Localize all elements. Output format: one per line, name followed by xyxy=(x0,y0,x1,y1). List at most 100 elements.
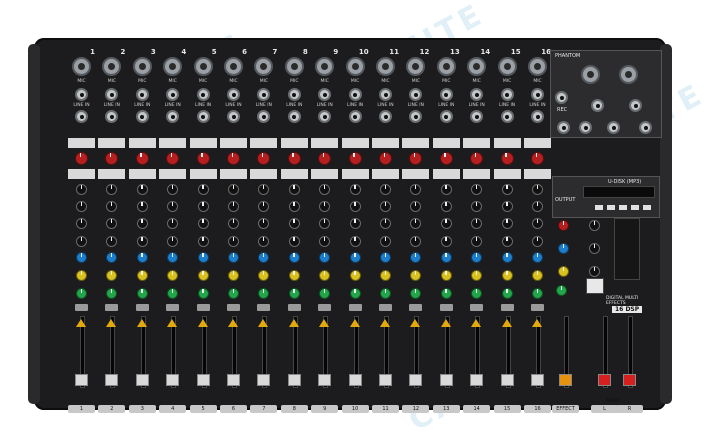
channel-knob[interactable] xyxy=(228,252,239,263)
gain-knob[interactable] xyxy=(379,152,392,165)
channel-knob[interactable] xyxy=(349,236,361,247)
channel-knob[interactable] xyxy=(197,184,209,195)
channel-knob[interactable] xyxy=(532,288,543,299)
mute-button[interactable] xyxy=(348,304,362,311)
line-input-jack[interactable] xyxy=(196,88,210,101)
channel-knob[interactable] xyxy=(228,236,239,247)
channel-knob[interactable] xyxy=(319,252,331,263)
mic-input-jack[interactable] xyxy=(102,57,122,76)
effect-fader[interactable] xyxy=(559,374,572,386)
channel-knob[interactable] xyxy=(106,288,118,299)
channel-knob[interactable] xyxy=(501,288,513,299)
channel-knob[interactable] xyxy=(288,218,300,229)
gain-knob[interactable] xyxy=(135,152,149,165)
channel-knob[interactable] xyxy=(197,270,209,281)
mute-button[interactable] xyxy=(257,304,271,311)
channel-knob[interactable] xyxy=(349,288,361,299)
mic-input-jack[interactable] xyxy=(497,57,517,76)
channel-knob[interactable] xyxy=(501,252,513,263)
line-input-jack[interactable] xyxy=(379,88,392,101)
channel-knob[interactable] xyxy=(76,184,87,195)
channel-fader[interactable] xyxy=(318,374,332,386)
channel-knob[interactable] xyxy=(197,252,209,263)
mic-input-jack[interactable] xyxy=(345,57,365,76)
channel-knob[interactable] xyxy=(380,270,391,281)
mic-input-jack[interactable] xyxy=(315,57,335,76)
insert-jack[interactable] xyxy=(470,110,484,123)
channel-knob[interactable] xyxy=(106,270,118,281)
channel-knob[interactable] xyxy=(440,252,452,263)
mic-input-jack[interactable] xyxy=(436,57,456,76)
channel-knob[interactable] xyxy=(136,270,148,281)
insert-jack[interactable] xyxy=(379,110,392,123)
gain-knob[interactable] xyxy=(409,152,423,165)
channel-knob[interactable] xyxy=(532,270,543,281)
gain-knob[interactable] xyxy=(257,152,271,165)
mute-button[interactable] xyxy=(166,304,180,311)
channel-knob[interactable] xyxy=(76,288,87,299)
channel-knob[interactable] xyxy=(288,184,300,195)
mic-input-jack[interactable] xyxy=(224,57,243,76)
channel-knob[interactable] xyxy=(349,201,361,212)
line-input-jack[interactable] xyxy=(75,88,88,101)
channel-knob[interactable] xyxy=(319,288,331,299)
channel-knob[interactable] xyxy=(319,218,331,229)
insert-jack[interactable] xyxy=(409,110,423,123)
insert-jack[interactable] xyxy=(75,110,88,123)
channel-knob[interactable] xyxy=(197,236,209,247)
gain-knob[interactable] xyxy=(500,152,514,165)
channel-knob[interactable] xyxy=(380,201,391,212)
channel-knob[interactable] xyxy=(410,184,422,195)
line-input-jack[interactable] xyxy=(287,88,301,101)
channel-knob[interactable] xyxy=(228,288,239,299)
gain-knob[interactable] xyxy=(105,152,119,165)
channel-knob[interactable] xyxy=(258,252,270,263)
channel-knob[interactable] xyxy=(167,236,179,247)
line-input-jack[interactable] xyxy=(409,88,423,101)
line-input-jack[interactable] xyxy=(257,88,271,101)
mute-button[interactable] xyxy=(135,304,149,311)
channel-knob[interactable] xyxy=(501,218,513,229)
insert-jack[interactable] xyxy=(439,110,453,123)
mic-input-jack[interactable] xyxy=(376,57,395,76)
gain-knob[interactable] xyxy=(348,152,362,165)
insert-jack[interactable] xyxy=(105,110,119,123)
channel-knob[interactable] xyxy=(288,201,300,212)
channel-knob[interactable] xyxy=(532,201,543,212)
channel-knob[interactable] xyxy=(136,288,148,299)
mic-input-jack[interactable] xyxy=(528,57,547,76)
channel-knob[interactable] xyxy=(106,218,118,229)
channel-fader[interactable] xyxy=(348,374,362,386)
channel-knob[interactable] xyxy=(471,288,483,299)
main-left-fader[interactable] xyxy=(598,374,611,386)
channel-knob[interactable] xyxy=(288,270,300,281)
channel-fader[interactable] xyxy=(75,374,88,386)
mute-button[interactable] xyxy=(105,304,119,311)
channel-fader[interactable] xyxy=(287,374,301,386)
channel-knob[interactable] xyxy=(258,184,270,195)
insert-jack[interactable] xyxy=(135,110,149,123)
channel-knob[interactable] xyxy=(380,218,391,229)
gain-knob[interactable] xyxy=(318,152,332,165)
channel-knob[interactable] xyxy=(258,288,270,299)
channel-knob[interactable] xyxy=(471,184,483,195)
channel-knob[interactable] xyxy=(349,184,361,195)
mute-button[interactable] xyxy=(531,304,544,311)
channel-knob[interactable] xyxy=(410,288,422,299)
channel-knob[interactable] xyxy=(167,218,179,229)
channel-knob[interactable] xyxy=(319,184,331,195)
insert-jack[interactable] xyxy=(166,110,180,123)
channel-knob[interactable] xyxy=(76,252,87,263)
channel-knob[interactable] xyxy=(258,201,270,212)
player-button[interactable] xyxy=(643,205,651,210)
channel-fader[interactable] xyxy=(227,374,240,386)
channel-knob[interactable] xyxy=(471,252,483,263)
channel-knob[interactable] xyxy=(501,184,513,195)
channel-knob[interactable] xyxy=(76,236,87,247)
mic-input-jack[interactable] xyxy=(193,57,213,76)
channel-fader[interactable] xyxy=(379,374,392,386)
mic-input-jack[interactable] xyxy=(254,57,274,76)
mute-button[interactable] xyxy=(379,304,392,311)
channel-knob[interactable] xyxy=(410,252,422,263)
insert-jack[interactable] xyxy=(227,110,240,123)
